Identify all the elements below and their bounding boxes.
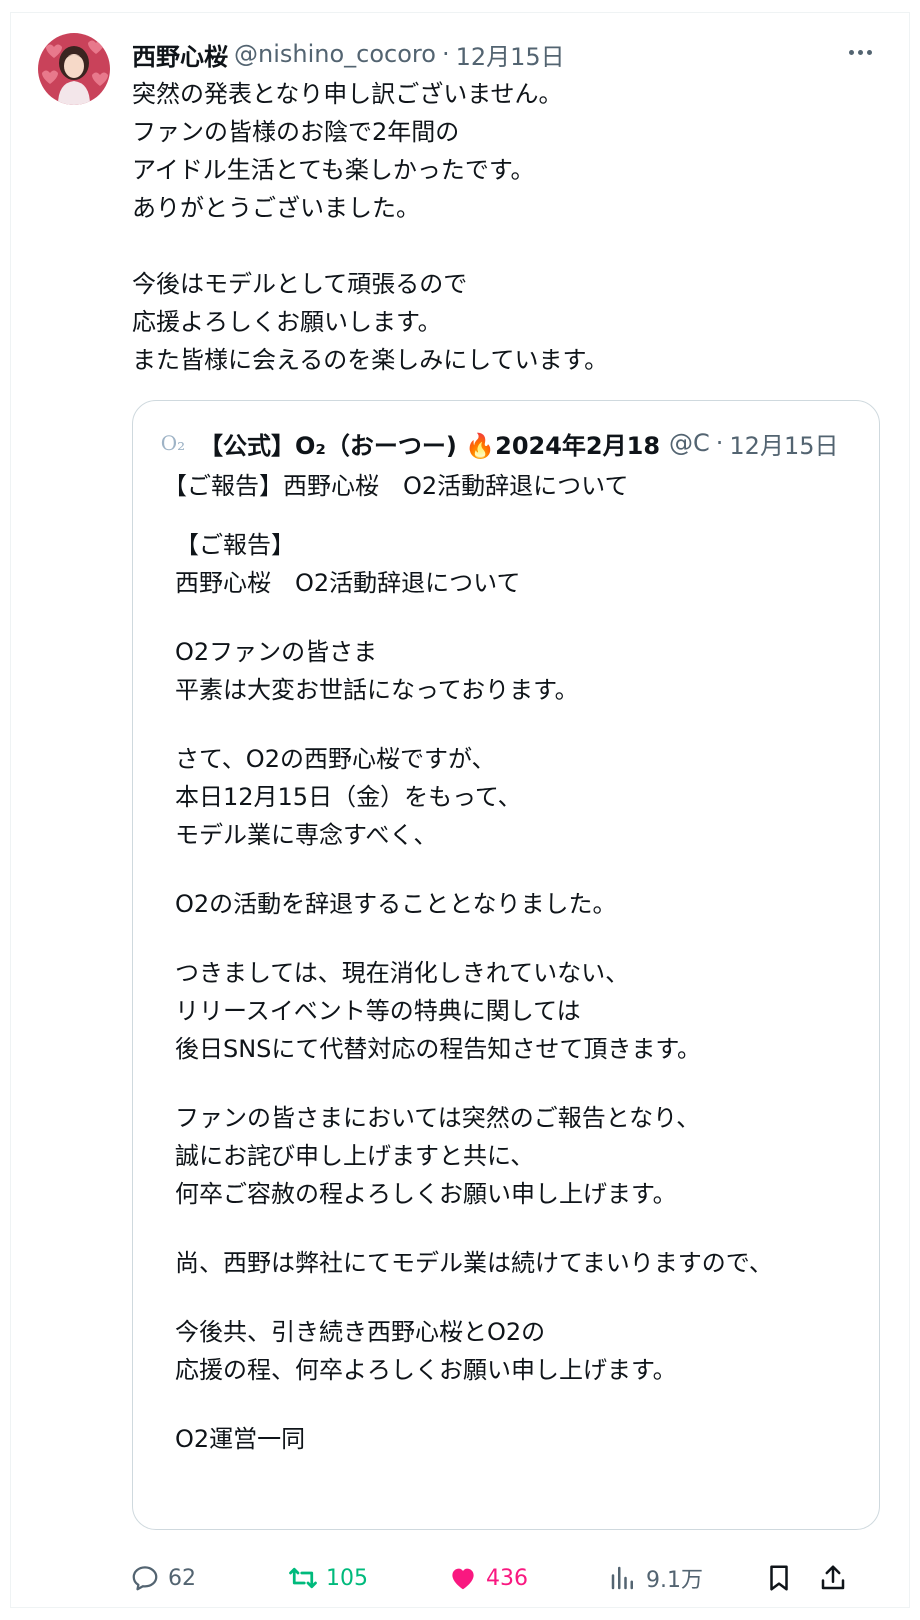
tweet-header: 西野心桜 @nishino_cocoro · 12月15日 xyxy=(132,36,565,72)
tweet-line: 今後はモデルとして頑張るので xyxy=(132,270,468,298)
tweet-date[interactable]: 12月15日 xyxy=(456,37,565,72)
heart-icon xyxy=(452,1568,474,1590)
announcement-line: 本日12月15日（金）をもって、 xyxy=(175,783,522,811)
quoted-author-handle[interactable]: @C xyxy=(669,429,710,457)
author-avatar[interactable] xyxy=(38,33,110,105)
views-count: 9.1万 xyxy=(646,1568,703,1593)
announcement-line xyxy=(175,1213,865,1244)
bookmark-button[interactable] xyxy=(764,1553,794,1603)
tweet-line: ありがとうございました。 xyxy=(132,194,420,222)
author-handle[interactable]: @nishino_cocoro xyxy=(234,40,436,68)
views-icon xyxy=(611,1566,633,1590)
share-icon xyxy=(821,1565,845,1590)
retweet-button[interactable]: 105 xyxy=(288,1553,368,1603)
announcement-line: さて、O2の西野心桜ですが、 xyxy=(175,745,496,773)
quoted-tweet[interactable]: O₂ 【公式】O₂（おーつー) 🔥2024年2月18 @C · 12月15日 【… xyxy=(132,400,880,1530)
tweet-line: また皆様に会えるのを楽しみにしています。 xyxy=(132,346,609,374)
quoted-tweet-title: 【ご報告】西野心桜 O2活動辞退について xyxy=(163,472,629,500)
reply-icon xyxy=(132,1566,158,1591)
separator: · xyxy=(715,429,724,457)
announcement-line: 後日SNSにて代替対応の程告知させて頂きます。 xyxy=(175,1035,702,1063)
tweet-line: ファンの皆様のお陰で2年間の xyxy=(132,118,460,146)
announcement-line: 誠にお詫び申し上げますと共に、 xyxy=(175,1142,535,1170)
announcement-line: つきましては、現在消化しきれていない、 xyxy=(175,959,630,987)
announcement-line xyxy=(175,923,865,954)
announcement-line: O2の活動を辞退することとなりました。 xyxy=(175,890,617,918)
announcement-line: モデル業に専念すべく、 xyxy=(175,821,438,849)
announcement-line: リリースイベント等の特典に関しては xyxy=(175,997,581,1025)
reply-count: 62 xyxy=(168,1565,196,1591)
announcement-line: 平素は大変お世話になっております。 xyxy=(175,676,579,704)
tweet-line: アイドル生活とても楽しかったです。 xyxy=(132,156,535,184)
announcement-line xyxy=(175,602,865,633)
announcement-line: 何卒ご容赦の程よろしくお願い申し上げます。 xyxy=(175,1180,677,1208)
action-bar: 62 105 436 9.1万 xyxy=(130,1553,890,1603)
separator: · xyxy=(441,40,450,68)
announcement-line: 西野心桜 O2活動辞退について xyxy=(175,569,521,597)
quoted-tweet-date[interactable]: 12月15日 xyxy=(729,426,838,461)
announcement-line: 尚、西野は弊社にてモデル業は続けてまいりますので、 xyxy=(175,1249,773,1277)
tweet-line: 応援よろしくお願いします。 xyxy=(132,308,442,336)
bookmark-icon xyxy=(770,1565,788,1591)
retweet-count: 105 xyxy=(326,1565,368,1591)
announcement-line xyxy=(175,854,865,885)
quoted-author-avatar[interactable]: O₂ xyxy=(159,429,187,457)
quoted-announcement-image[interactable]: 【ご報告】 西野心桜 O2活動辞退について O2ファンの皆さま 平素は大変お世話… xyxy=(175,526,865,1458)
tweet-text: 突然の発表となり申し訳ございません。 ファンの皆様のお陰で2年間の アイドル生活… xyxy=(132,75,872,379)
announcement-line xyxy=(175,709,865,740)
share-button[interactable] xyxy=(818,1553,848,1603)
announcement-line xyxy=(175,1389,865,1420)
tweet-line xyxy=(132,227,872,265)
more-icon[interactable] xyxy=(842,40,878,64)
author-name[interactable]: 西野心桜 xyxy=(132,37,228,72)
reply-button[interactable]: 62 xyxy=(130,1553,196,1603)
views-button[interactable]: 9.1万 xyxy=(608,1553,703,1603)
announcement-line: O2ファンの皆さま xyxy=(175,638,378,666)
announcement-line: O2運営一同 xyxy=(175,1425,306,1453)
announcement-line xyxy=(175,1282,865,1313)
announcement-line: 応援の程、何卒よろしくお願い申し上げます。 xyxy=(175,1356,677,1384)
announcement-line: 【ご報告】 xyxy=(175,531,295,559)
quoted-tweet-header: O₂ 【公式】O₂（おーつー) 🔥2024年2月18 @C · 12月15日 xyxy=(159,423,859,463)
announcement-line: ファンの皆さまにおいては突然のご報告となり、 xyxy=(175,1104,701,1132)
announcement-line xyxy=(175,1068,865,1099)
quoted-author-name[interactable]: 【公式】O₂（おーつー) 🔥2024年2月18 xyxy=(199,426,669,461)
like-button[interactable]: 436 xyxy=(448,1553,528,1603)
retweet-icon xyxy=(289,1567,317,1589)
like-count: 436 xyxy=(486,1565,528,1591)
announcement-line: 今後共、引き続き西野心桜とO2の xyxy=(175,1318,546,1346)
tweet-line: 突然の発表となり申し訳ございません。 xyxy=(132,80,563,108)
